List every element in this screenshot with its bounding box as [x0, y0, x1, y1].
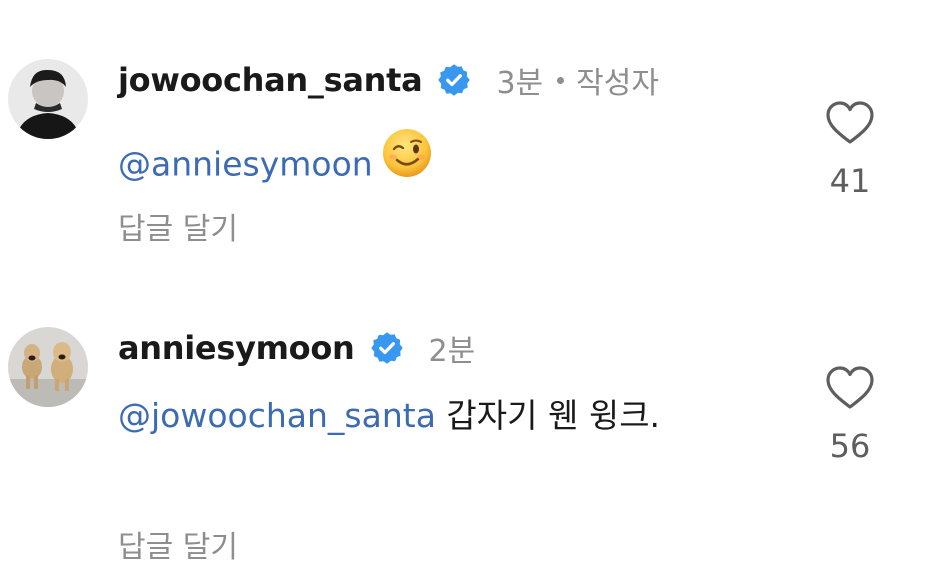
avatar[interactable]	[8, 327, 88, 407]
verified-badge-icon	[436, 62, 472, 98]
author-label: 작성자	[576, 66, 659, 101]
comment-meta: 3분 작성자	[496, 58, 659, 102]
comment-item: anniesymoon 2분 @jowoochan_santa 갑자기 웬 윙크…	[0, 322, 929, 582]
comment-text: @anniesymoon	[118, 127, 718, 202]
mention-link[interactable]: @jowoochan_santa	[118, 396, 436, 435]
comment-text: @jowoochan_santa 갑자기 웬 윙크.	[118, 385, 698, 447]
timestamp: 2분	[428, 334, 476, 369]
username[interactable]: anniesymoon	[118, 329, 355, 367]
comment-header: anniesymoon 2분	[118, 324, 475, 372]
comment-meta: 2분	[429, 326, 476, 370]
reply-button[interactable]: 답글 달기	[118, 522, 238, 566]
comment-item: jowoochan_santa 3분 작성자 @anniesymoon 답글 달…	[0, 54, 929, 254]
heart-icon[interactable]	[824, 100, 876, 146]
like-count: 41	[829, 162, 871, 200]
winking-face-emoji-icon	[381, 127, 433, 199]
username[interactable]: jowoochan_santa	[118, 61, 423, 99]
like-count: 56	[829, 427, 871, 465]
separator-dot	[557, 76, 565, 84]
heart-icon[interactable]	[824, 365, 876, 411]
verified-badge-icon	[369, 330, 405, 366]
like-control: 41	[822, 100, 878, 200]
reply-button[interactable]: 답글 달기	[118, 204, 238, 248]
timestamp: 3분	[496, 66, 544, 101]
comment-header: jowoochan_santa 3분 작성자	[118, 56, 659, 104]
like-control: 56	[822, 365, 878, 465]
mention-link[interactable]: @anniesymoon	[118, 145, 373, 184]
comment-body: 갑자기 웬 윙크.	[435, 396, 661, 435]
avatar[interactable]	[8, 59, 88, 139]
